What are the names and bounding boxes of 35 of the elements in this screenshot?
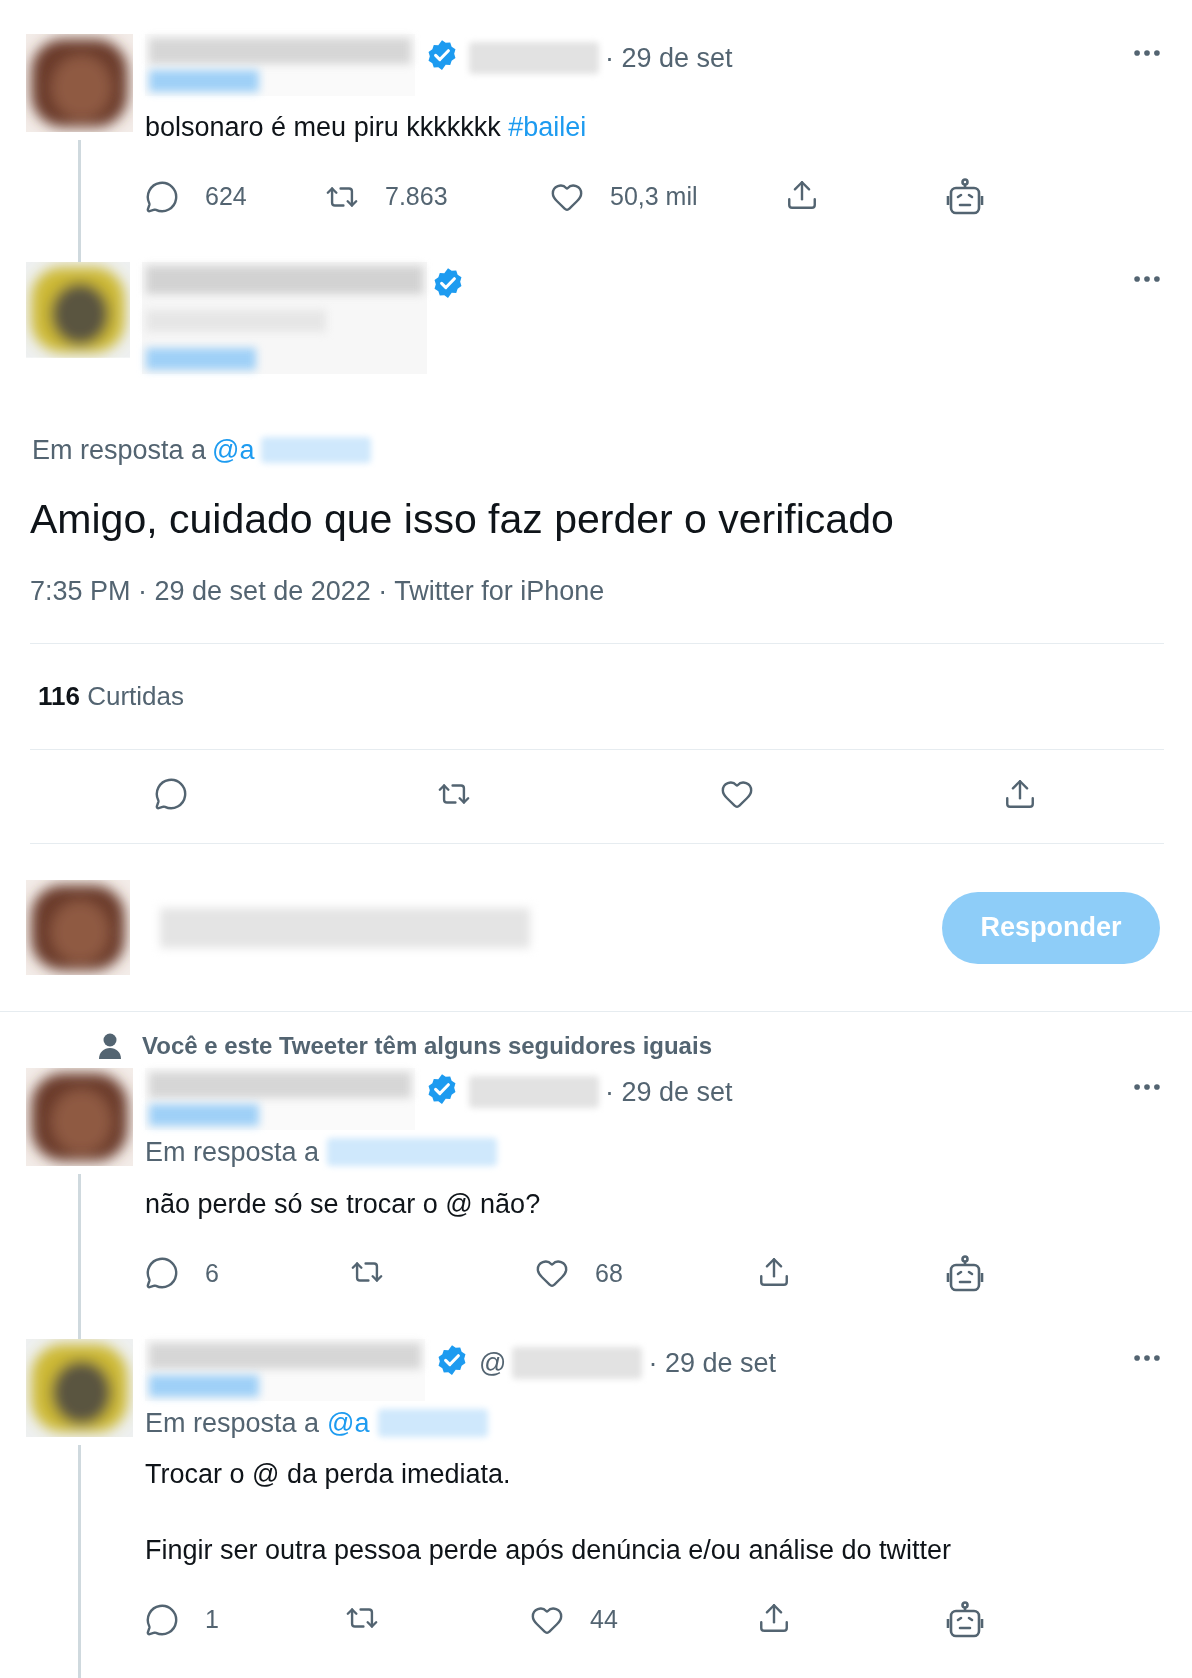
reply-icon[interactable] [145, 1256, 179, 1291]
tweet-date: · 29 de set [605, 42, 733, 75]
tweet-date: · 29 de set [648, 1346, 776, 1380]
action-count: 68 [595, 1257, 623, 1289]
tweet-meta: 7:35 PM · 29 de set de 2022 · Twitter for iPhone [29, 574, 606, 608]
tweet-text: não perde só se trocar o @ não? [145, 1188, 541, 1219]
action-count: 6 [205, 1257, 219, 1289]
tweet-text: Trocar o @ da perda imediata. [145, 1459, 511, 1489]
action-count: 624 [205, 181, 247, 212]
reply-icon[interactable] [145, 1602, 179, 1637]
robot-icon[interactable] [945, 1254, 985, 1293]
reply-to-label: Em resposta a [32, 434, 207, 467]
tweet-date: · 29 de set [605, 1076, 733, 1109]
action-count: 1 [205, 1604, 219, 1635]
action-count: 7.863 [385, 181, 448, 212]
robot-icon[interactable] [945, 1601, 985, 1639]
handle-prefix: @ [479, 1346, 507, 1380]
share-icon[interactable] [757, 1601, 791, 1635]
robot-icon[interactable] [945, 178, 985, 216]
tweet-text: bolsonaro é meu piru kkkkkkk [145, 112, 501, 142]
reply-handle[interactable]: @a [212, 430, 255, 471]
social-context: Você e este Tweeter têm alguns seguidores iguais [142, 1031, 712, 1061]
share-icon[interactable] [785, 178, 819, 212]
hashtag-link[interactable]: #bailei [508, 112, 587, 142]
reply-icon[interactable] [154, 776, 188, 811]
reply-icon[interactable] [145, 179, 179, 214]
tweet-text: Fingir ser outra pessoa perde após denúncia e/ou análise do twitter [145, 1534, 952, 1567]
reply-to-label: Em resposta a [145, 1136, 320, 1169]
likes-count[interactable]: 116 Curtidas [38, 677, 184, 716]
action-count: 50,3 mil [610, 181, 698, 212]
tweet-text: Amigo, cuidado que isso faz perder o verificado [29, 494, 895, 544]
reply-handle[interactable]: @a [327, 1402, 370, 1443]
reply-to-label: Em resposta a [145, 1406, 320, 1440]
person-icon [98, 1032, 122, 1060]
action-count: 44 [590, 1604, 618, 1635]
